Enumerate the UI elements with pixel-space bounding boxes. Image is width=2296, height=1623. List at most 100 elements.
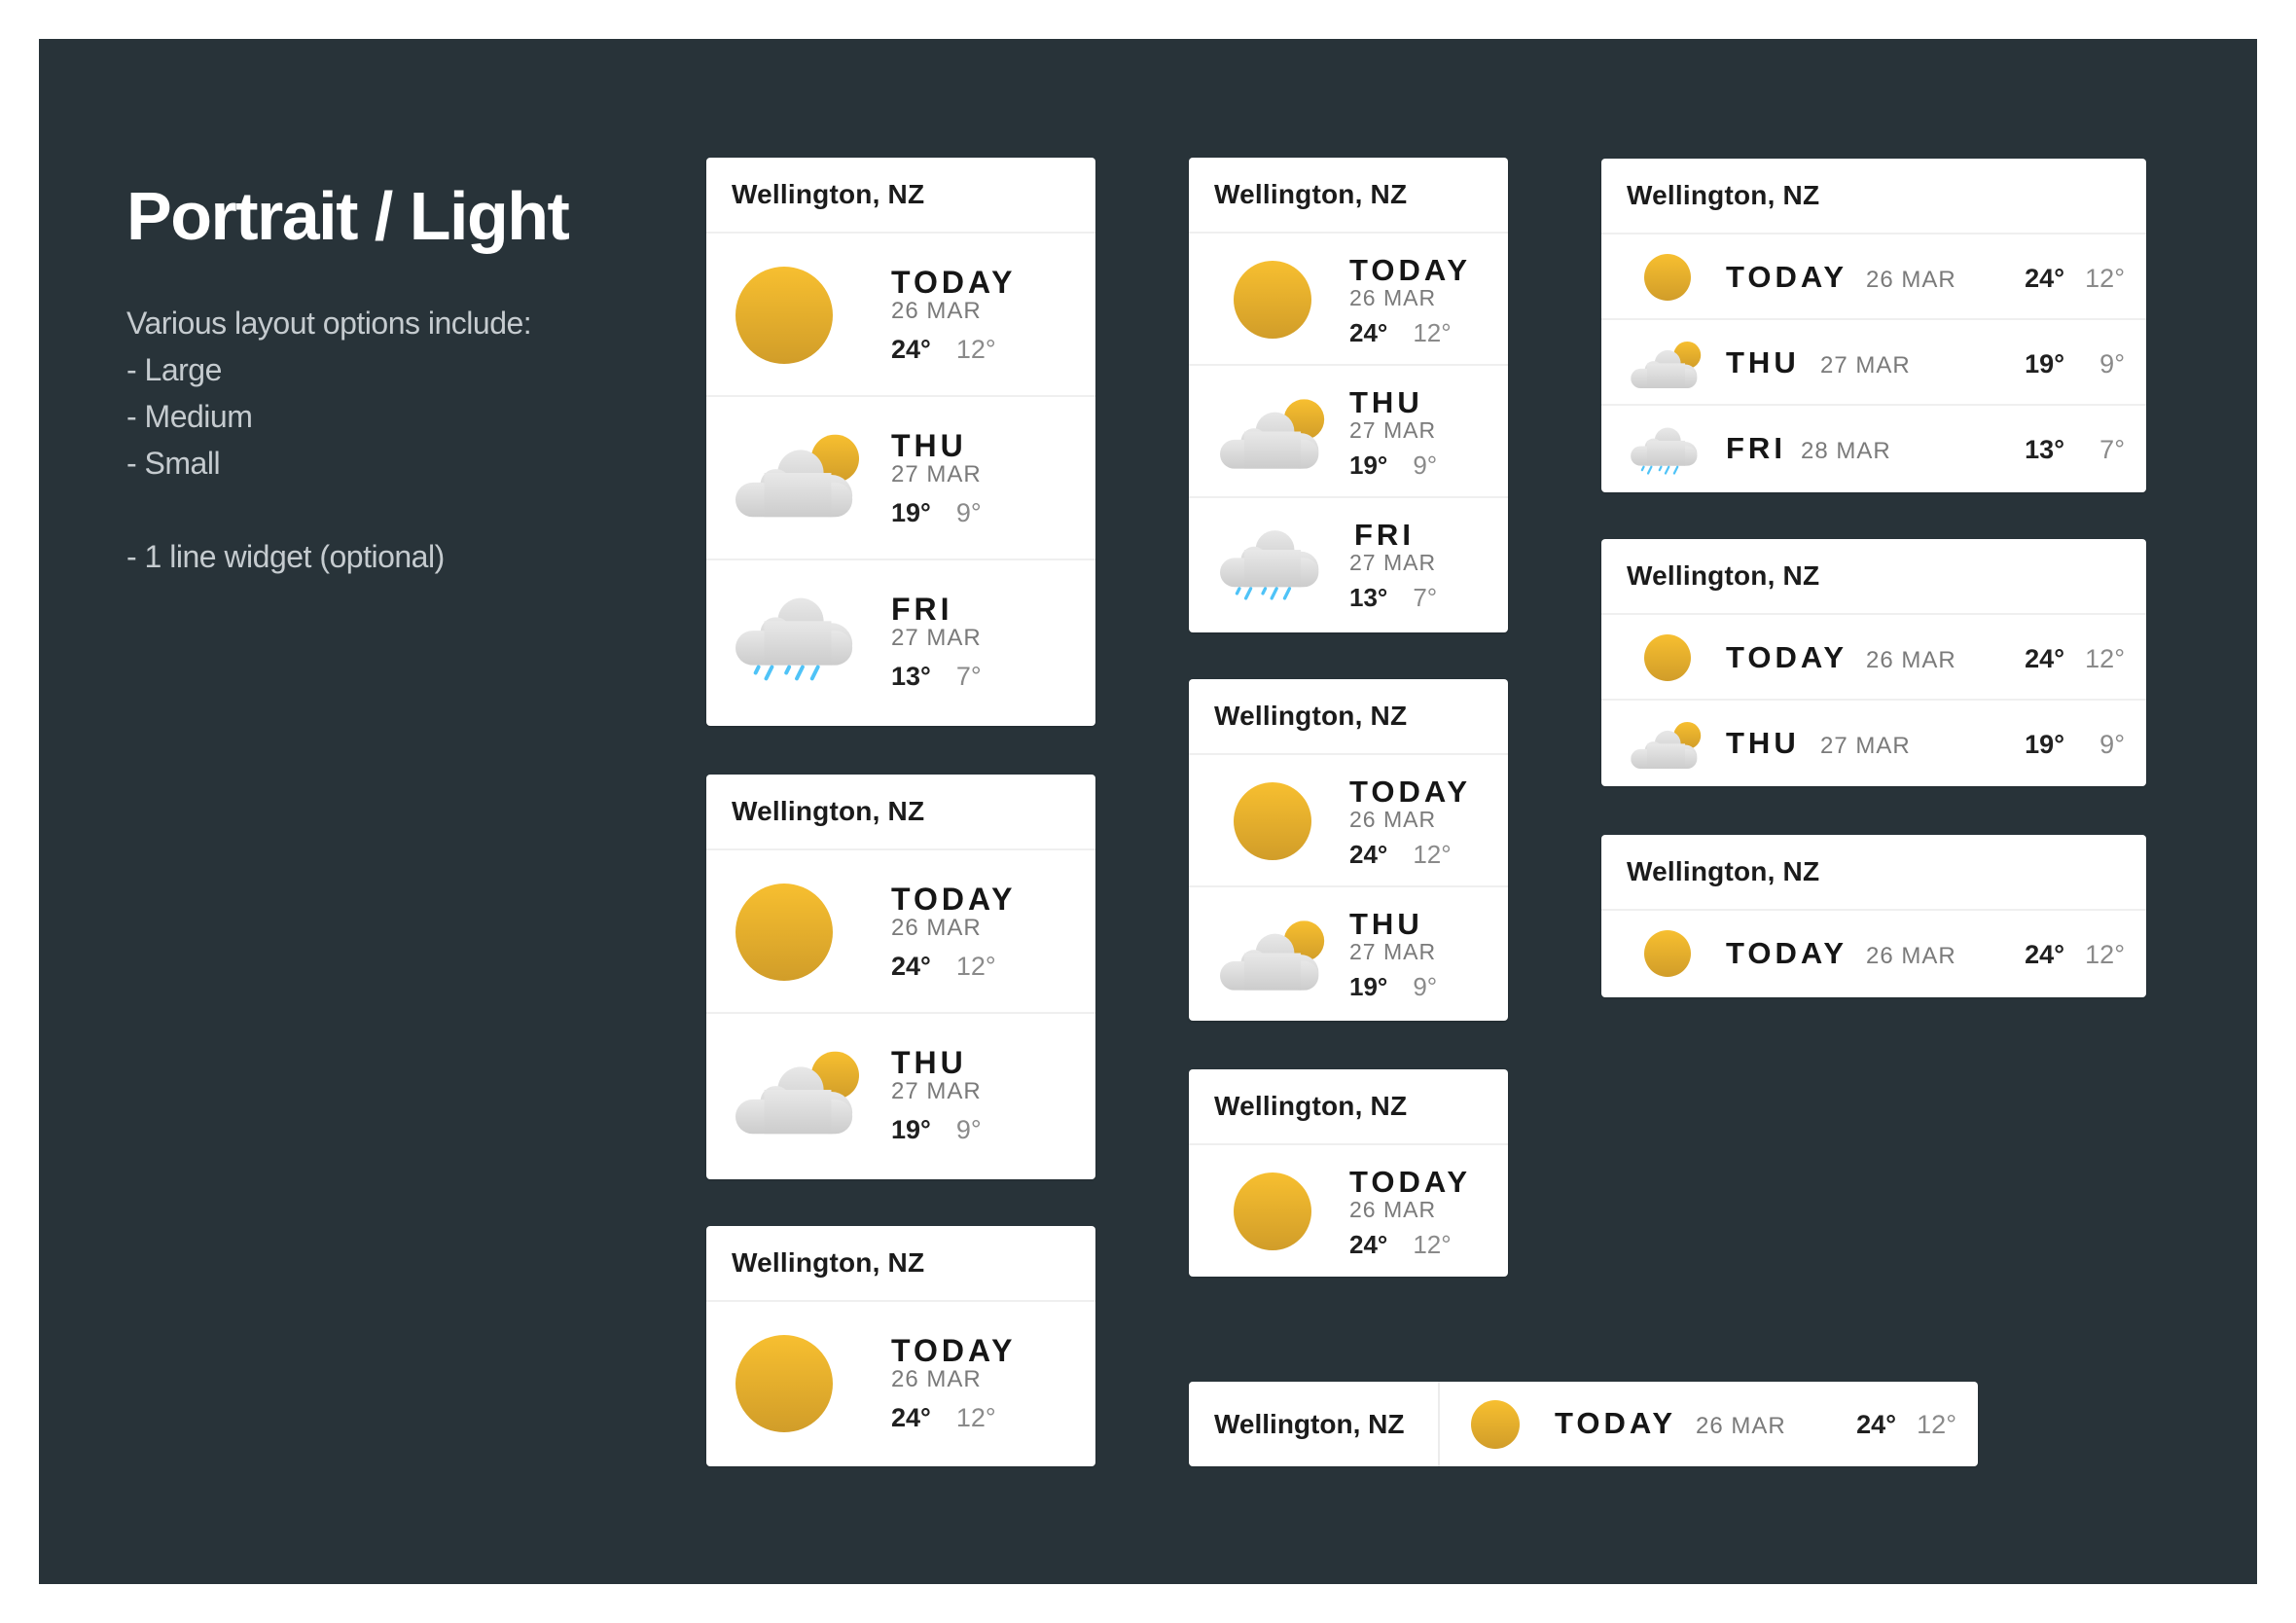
day-label: THU [891,428,967,463]
high-temp: 19° [891,1115,931,1144]
date-label: 27 MAR [1820,352,1911,379]
date-label: 26 MAR [1866,647,1956,673]
high-temp: 24° [891,335,931,364]
forecast-row[interactable]: TODAY 26 MAR 24° 12° [1440,1382,1978,1466]
day-label: TODAY [891,265,1017,300]
forecast-row[interactable]: THU 27 MAR 19° 9° [1189,887,1508,1020]
forecast-row[interactable]: FRI 27 MAR 13° 7° [706,560,1095,724]
forecast-row[interactable]: TODAY 26 MAR 24° 12° [1601,615,2146,701]
date-label: 27 MAR [891,625,982,651]
high-temp: 19° [1349,451,1388,480]
low-temp: 12° [2085,264,2125,293]
location-label: Wellington, NZ [706,1226,1095,1302]
sun-icon [1234,1172,1311,1250]
low-temp: 9° [2099,349,2125,379]
widget-small-3day[interactable]: Wellington, NZ TODAY 26 MAR 24° 12° THU … [1601,159,2146,492]
widget-large-1day[interactable]: Wellington, NZ TODAY 26 MAR 24° 12° [706,1226,1095,1466]
location-label: Wellington, NZ [1601,159,2146,234]
day-label: FRI [1354,518,1415,552]
low-temp: 9° [955,498,982,527]
partly-cloudy-icon [1631,342,1702,388]
partly-cloudy-icon [735,434,860,518]
low-temp: 12° [1413,318,1452,347]
forecast-row[interactable]: TODAY 26 MAR 24° 12° [706,1302,1095,1465]
forecast-row[interactable]: THU 27 MAR 19° 9° [706,397,1095,560]
date-label: 28 MAR [1801,438,1891,464]
low-temp: 12° [1413,840,1452,869]
forecast-row[interactable]: THU 27 MAR 19° 9° [706,1014,1095,1177]
widget-small-1day[interactable]: Wellington, NZ TODAY 26 MAR 24° 12° [1601,835,2146,997]
high-temp: 24° [891,1403,931,1432]
sun-icon [1644,930,1691,977]
forecast-row[interactable]: FRI 27 MAR 13° 7° [1189,498,1508,631]
low-temp: 12° [1917,1410,1956,1439]
widget-medium-3day[interactable]: Wellington, NZ TODAY 26 MAR 24° 12° THU 27 M… [1189,158,1508,632]
forecast-row[interactable]: TODAY 26 MAR 24° 12° [1601,234,2146,320]
sun-icon [1234,261,1311,339]
sun-icon [1234,782,1311,860]
forecast-row[interactable]: THU 27 MAR 19° 9° [1601,320,2146,406]
location-label: Wellington, NZ [1601,835,2146,911]
date-label: 27 MAR [1820,733,1911,759]
high-temp: 19° [2025,730,2064,759]
day-label: TODAY [1726,260,1848,294]
high-temp: 24° [1856,1410,1896,1439]
low-temp: 12° [2085,940,2125,969]
description-line: - 1 line widget (optional) [126,539,445,574]
forecast-row[interactable]: TODAY 26 MAR 24° 12° [1189,1145,1508,1277]
rain-cloud-icon [1631,423,1702,478]
widget-medium-2day[interactable]: Wellington, NZ TODAY 26 MAR 24° 12° THU 27 M… [1189,679,1508,1021]
forecast-row[interactable]: TODAY 26 MAR 24° 12° [706,234,1095,397]
low-temp: 12° [955,952,996,981]
rain-cloud-icon [735,590,860,687]
high-temp: 13° [2025,435,2064,464]
date-label: 26 MAR [891,298,982,324]
high-temp: 24° [1349,318,1388,347]
widget-medium-1day[interactable]: Wellington, NZ TODAY 26 MAR 24° 12° [1189,1069,1508,1277]
date-label: 27 MAR [1349,939,1437,964]
location-label: Wellington, NZ [1189,1069,1508,1145]
date-label: 27 MAR [1349,550,1437,575]
high-temp: 19° [2025,349,2064,379]
sun-icon [735,884,833,981]
high-temp: 13° [1349,583,1388,612]
day-label: TODAY [1349,253,1472,287]
day-label: TODAY [891,882,1017,917]
date-label: 26 MAR [1866,267,1956,293]
forecast-row[interactable]: TODAY 26 MAR 24° 12° [1189,234,1508,366]
description-line: - Medium [126,399,253,434]
widget-large-2day[interactable]: Wellington, NZ TODAY 26 MAR 24° 12° THU 27 M… [706,775,1095,1179]
low-temp: 7° [1413,583,1438,612]
description: Various layout options include: - Large … [126,300,632,580]
day-label: FRI [1726,431,1786,465]
description-line: Various layout options include: [126,306,532,341]
low-temp: 12° [2085,644,2125,673]
forecast-row[interactable]: TODAY 26 MAR 24° 12° [706,850,1095,1014]
forecast-row[interactable]: TODAY 26 MAR 24° 12° [1189,755,1508,887]
partly-cloudy-icon [1220,399,1325,469]
date-label: 26 MAR [1696,1413,1786,1439]
widget-small-2day[interactable]: Wellington, NZ TODAY 26 MAR 24° 12° THU … [1601,539,2146,786]
forecast-row[interactable]: THU 27 MAR 19° 9° [1189,366,1508,498]
widget-one-line[interactable]: Wellington, NZ TODAY 26 MAR 24° 12° [1189,1382,1978,1466]
location-label: Wellington, NZ [1189,679,1508,755]
forecast-row[interactable]: THU 27 MAR 19° 9° [1601,701,2146,786]
low-temp: 7° [2099,435,2125,464]
sun-icon [1471,1400,1520,1449]
low-temp: 9° [955,1115,982,1144]
day-label: FRI [891,592,953,627]
forecast-row[interactable]: TODAY 26 MAR 24° 12° [1601,911,2146,996]
date-label: 26 MAR [891,1366,982,1392]
day-label: TODAY [1726,640,1848,674]
rain-cloud-icon [1220,523,1325,605]
low-temp: 12° [955,1403,996,1432]
low-temp: 9° [1413,451,1438,480]
location-label: Wellington, NZ [706,775,1095,850]
high-temp: 19° [891,498,931,527]
widget-large-3day[interactable]: Wellington, NZ TODAY 26 MAR 24° 12° THU 27 M… [706,158,1095,726]
intro-section: Portrait / Light Various layout options … [126,175,632,580]
forecast-row[interactable]: FRI 28 MAR 13° 7° [1601,406,2146,491]
page-title: Portrait / Light [126,178,570,254]
date-label: 26 MAR [1349,807,1437,832]
day-label: THU [1726,726,1800,760]
